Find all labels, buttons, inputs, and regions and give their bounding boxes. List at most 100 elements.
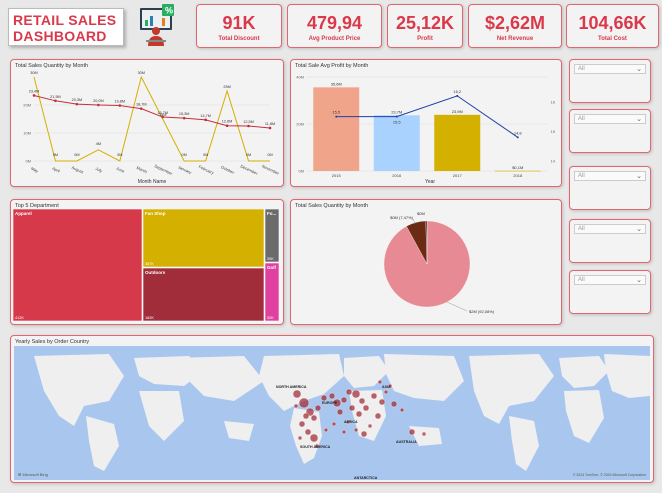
data-label: 20,0M [93,99,104,103]
y2-tick-label: 15 [551,129,556,134]
kpi-net-revenue[interactable]: $2,62M Net Revenue [468,4,562,48]
tile-value: 412K [15,316,24,320]
line-data-label: 15,5 [332,110,341,115]
slicer-value: All [578,277,585,283]
continent-label: ANTARCTICA [354,476,378,480]
x-axis-title: Month Name [138,179,167,185]
treemap-tile [13,209,143,322]
pie-data-label: $0M [417,211,425,216]
x-tick-label: 2017 [453,173,463,178]
y2-tick-label: 16 [551,99,556,104]
qty-by-month-line-chart[interactable]: Total Sales Quantity by Month 23,4M 21,5M… [10,59,284,187]
chart-title: Yearly Sales by Order Country [15,339,90,345]
kpi-label: Profit [417,36,433,42]
country-bubble [323,427,329,433]
country-bubble [360,430,368,438]
country-bubble [362,404,370,412]
slicer-4[interactable]: All ⌄ [569,219,651,263]
country-bubble [314,404,322,412]
slicer-dropdown[interactable]: All ⌄ [574,64,646,74]
series-1-point [97,103,100,107]
slicer-3[interactable]: All ⌄ [569,166,651,210]
slicer-dropdown[interactable]: All ⌄ [574,275,646,285]
qty-pie-chart[interactable]: Total Sales Quantity by Month $2M (92,08… [290,199,562,325]
data-label: 0M [74,153,79,157]
pie-data-label: $0M (7,47%) [390,215,414,220]
x-tick-label: March [136,165,148,174]
y-tick-label: 0M [25,159,31,164]
chevron-down-icon: ⌄ [636,173,642,180]
series-1-point [54,99,57,103]
kpi-profit[interactable]: 25,12K Profit [387,4,463,48]
slicer-dropdown[interactable]: All ⌄ [574,114,646,124]
data-label: 12,5M [243,120,254,124]
data-label: 0M [203,153,208,157]
series-1-point [32,94,36,97]
kpi-value: 104,66K [578,13,647,33]
country-bubble [328,392,336,400]
dashboard-title: RETAIL SALES DASHBOARD [8,8,124,46]
data-label: 30M [138,71,145,75]
bar-data-label: 23,7M [391,109,402,114]
x-tick-label: November [261,163,280,176]
country-bubble [331,421,337,427]
slicer-1[interactable]: All ⌄ [569,59,651,103]
x-tick-label: January [177,164,192,175]
series-1-point [118,104,122,107]
tile-value: 182K [145,316,154,320]
y-tick-label: 20M [23,103,31,108]
country-bubble [390,400,398,408]
series-2-line [33,75,270,162]
x-tick-label: October [220,164,236,175]
world-map-svg[interactable]: NORTH AMERICA EUROPE ASIA AFRICA SOUTH AMERI… [14,346,650,480]
data-label: 0M [182,153,187,157]
country-bubble [383,389,389,395]
x-axis-title: Year [425,179,435,185]
y-tick-label: 10M [23,131,31,136]
data-label: 25M [223,85,230,89]
avg-profit-point [335,115,338,118]
top5-department-treemap[interactable]: Top 5 Department Apparel 412K Fan Shop 387K… [10,199,284,325]
country-bubble [298,397,310,409]
kpi-total-discount[interactable]: 91K Total Discount [196,4,282,48]
slicer-dropdown[interactable]: All ⌄ [574,171,646,181]
slicer-value: All [578,66,585,72]
series-1-point [139,107,143,110]
avg-profit-point [456,94,459,97]
y-tick-label: 20M [296,122,304,127]
x-tick-label: April [51,166,60,174]
country-bubble [351,389,361,399]
avg-profit-combo-chart[interactable]: Total Sale Avg Profit by Month 35,6M 23,7… [290,59,562,187]
series-1-line [33,94,271,129]
continent-label: NORTH AMERICA [276,385,307,389]
treemap-svg: Apparel 412K Fan Shop 387K Outdoors 182K Fo...… [13,209,280,322]
kpi-avg-product-price[interactable]: 479,94 Avg Product Price [287,4,382,48]
title-line-1: RETAIL SALES [13,12,117,28]
x-tick-label: August [71,165,85,175]
chevron-down-icon: ⌄ [636,226,642,233]
data-label: 19,8M [115,100,126,104]
tile-value: 32K [267,316,274,320]
country-bubble [340,396,348,404]
bar [434,114,481,171]
kpi-total-cost[interactable]: 104,66K Total Cost [566,4,659,48]
avg-profit-line [336,95,519,138]
series-1-point [247,124,250,128]
slicer-2[interactable]: All ⌄ [569,109,651,153]
bar-chart-svg: 35,6M 23,7M 23,9M $0,1M 15,5 15,5 16,2 14,8 201… [296,75,556,186]
sales-by-country-map[interactable]: Yearly Sales by Order Country NORTH AMER… [10,335,654,483]
slicer-value: All [578,226,585,232]
x-tick-label: December [240,163,259,176]
continent-label: ASIA [382,385,391,389]
line-chart-svg: 23,4M21,5M20,3M 20,0M 19,8M18,7M15,7M 15,3M… [23,71,280,185]
line-data-label: 14,8 [514,130,523,135]
slicer-value: All [578,116,585,122]
pie-data-label: $2M (92,08%) [469,309,495,314]
country-bubble [348,404,356,412]
data-label: 0M [267,153,272,157]
data-label: 4M [96,142,101,146]
slicer-5[interactable]: All ⌄ [569,270,651,314]
y-tick-label: 40M [296,75,304,80]
slicer-dropdown[interactable]: All ⌄ [574,224,646,234]
x-tick-label: July [95,166,104,174]
